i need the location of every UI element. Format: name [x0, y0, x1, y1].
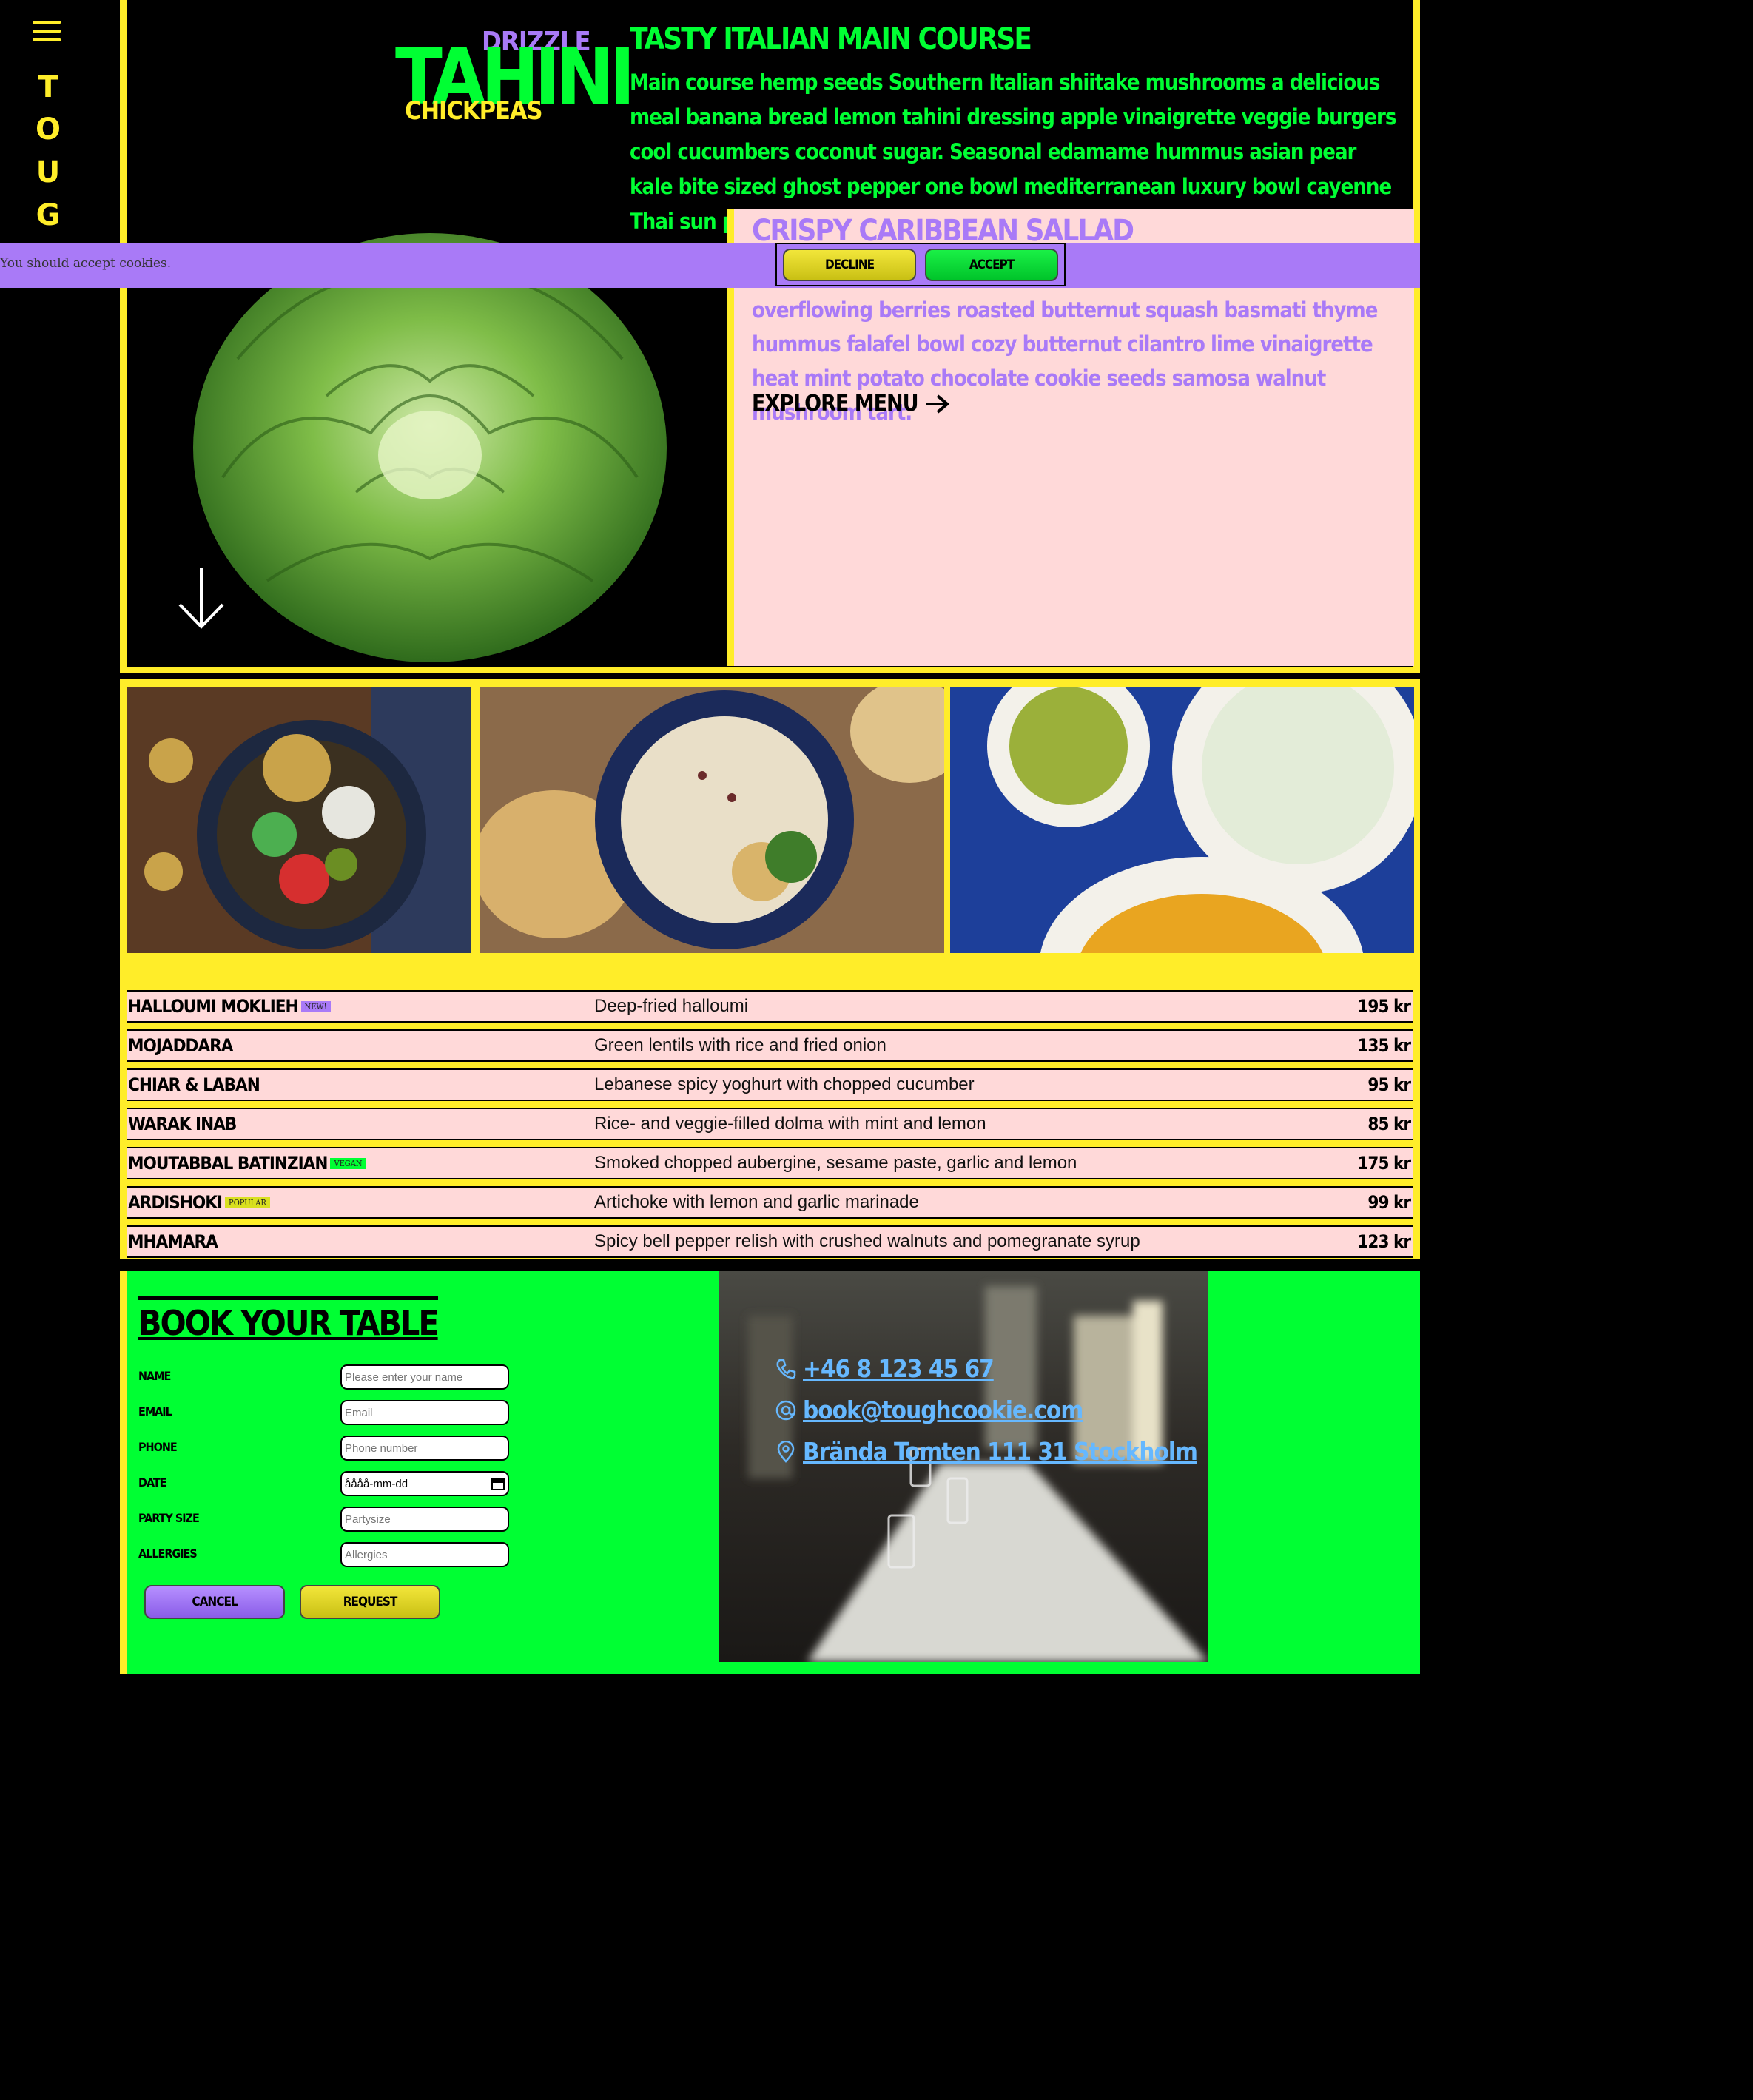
phone-icon — [776, 1359, 796, 1379]
menu-item-description: Artichoke with lemon and garlic marinade — [594, 1192, 919, 1212]
menu-item-name: MOUTABBAL BATINZIAN — [128, 1153, 328, 1174]
menu-item-name: MHAMARA — [128, 1231, 218, 1252]
party-size-input[interactable] — [340, 1507, 509, 1532]
email-label: EMAIL — [138, 1404, 172, 1418]
menu-item-description: Deep-fried halloumi — [594, 996, 749, 1016]
menu-item-name: ARDISHOKI — [128, 1192, 223, 1213]
side-nav: T O U G — [0, 0, 120, 252]
map-pin-icon — [777, 1440, 795, 1463]
menu-item-price: 175 kr — [1357, 1153, 1411, 1174]
restaurant-interior-image — [719, 1271, 1208, 1662]
cookie-button-group: DECLINE ACCEPT — [775, 243, 1066, 286]
arrow-right-icon — [925, 394, 949, 414]
name-input[interactable] — [340, 1364, 509, 1390]
accept-button[interactable]: ACCEPT — [925, 249, 1058, 281]
menu-list: HALLOUMI MOKLIEH NEW! Deep-fried halloumi… — [127, 990, 1413, 1265]
booking-section: BOOK YOUR TABLE NAME EMAIL PHONE DATE åå… — [120, 1271, 1420, 1674]
allergies-input[interactable] — [340, 1542, 509, 1567]
menu-item-price: 99 kr — [1367, 1192, 1411, 1213]
explore-menu-link[interactable]: EXPLORE MENU — [752, 391, 949, 417]
brand-letter: T — [38, 70, 58, 104]
menu-item-price: 95 kr — [1367, 1074, 1411, 1095]
chickpea-bowl-image — [127, 687, 471, 953]
menu-row: WARAK INAB Rice- and veggie-filled dolma… — [127, 1108, 1413, 1140]
menu-item-description: Spicy bell pepper relish with crushed wa… — [594, 1231, 1140, 1251]
calendar-icon[interactable] — [491, 1477, 505, 1490]
dips-image — [950, 687, 1414, 953]
menu-item-name: WARAK INAB — [128, 1114, 237, 1134]
date-label: DATE — [138, 1475, 167, 1490]
menu-row: ARDISHOKI POPULAR Artichoke with lemon an… — [127, 1186, 1413, 1219]
menu-row: MOJADDARA Green lentils with rice and fr… — [127, 1029, 1413, 1062]
menu-item-name: CHIAR & LABAN — [128, 1074, 260, 1095]
menu-item-price: 135 kr — [1357, 1035, 1411, 1056]
party-size-label: PARTY SIZE — [138, 1511, 200, 1525]
vegan-badge: VEGAN — [330, 1157, 366, 1169]
phone-link[interactable]: +46 8 123 45 67 — [775, 1354, 995, 1383]
menu-row: HALLOUMI MOKLIEH NEW! Deep-fried halloumi… — [127, 990, 1413, 1023]
menu-item-description: Lebanese spicy yoghurt with chopped cucu… — [594, 1074, 975, 1094]
name-label: NAME — [138, 1369, 171, 1383]
menu-row: CHIAR & LABAN Lebanese spicy yoghurt wit… — [127, 1068, 1413, 1101]
phone-input[interactable] — [340, 1436, 509, 1461]
new-badge: NEW! — [300, 1000, 331, 1012]
main-course-title: TASTY ITALIAN MAIN COURSE — [630, 22, 1032, 56]
brand-letter: O — [35, 112, 61, 147]
hummus-plate-image — [480, 687, 944, 953]
brand-letter: U — [36, 155, 61, 189]
arrow-down-icon[interactable] — [177, 566, 226, 630]
email-address: book@toughcookie.com — [803, 1396, 1083, 1424]
brand-letter: G — [36, 198, 61, 232]
street-address: Brända Tomten 111 31 Stockholm — [803, 1437, 1198, 1466]
decline-button[interactable]: DECLINE — [783, 249, 916, 281]
address-link[interactable]: Brända Tomten 111 31 Stockholm — [775, 1437, 1198, 1466]
date-input[interactable]: åååå-mm-dd — [340, 1471, 509, 1496]
explore-menu-label: EXPLORE MENU — [752, 391, 919, 417]
menu-item-description: Rice- and veggie-filled dolma with mint … — [594, 1114, 986, 1134]
menu-item-description: Green lentils with rice and fried onion — [594, 1035, 886, 1055]
popular-badge: POPULAR — [225, 1197, 270, 1208]
cookie-message: You should accept cookies. — [0, 256, 172, 271]
menu-item-price: 123 kr — [1357, 1231, 1411, 1252]
booking-title: BOOK YOUR TABLE — [138, 1296, 440, 1343]
menu-item-name: MOJADDARA — [128, 1035, 233, 1056]
hero-section: DRIZZLE TAHINI CHICKPEAS TASTY ITALIAN M… — [120, 0, 1420, 673]
menu-item-price: 195 kr — [1357, 996, 1411, 1017]
cancel-button[interactable]: CANCEL — [144, 1585, 285, 1619]
menu-row: MOUTABBAL BATINZIAN VEGAN Smoked chopped … — [127, 1147, 1413, 1179]
hamburger-menu-icon[interactable] — [33, 21, 61, 43]
date-placeholder: åååå-mm-dd — [345, 1477, 408, 1490]
email-link[interactable]: book@toughcookie.com — [775, 1396, 1083, 1424]
logo-word-chickpeas: CHICKPEAS — [405, 96, 543, 126]
menu-section: HALLOUMI MOKLIEH NEW! Deep-fried halloumi… — [120, 679, 1420, 1259]
allergies-label: ALLERGIES — [138, 1547, 198, 1561]
request-button[interactable]: REQUEST — [300, 1585, 440, 1619]
menu-item-price: 85 kr — [1367, 1114, 1411, 1134]
menu-item-description: Smoked chopped aubergine, sesame paste, … — [594, 1153, 1077, 1173]
at-sign-icon — [775, 1400, 796, 1420]
menu-row: MHAMARA Spicy bell pepper relish with cr… — [127, 1225, 1413, 1258]
phone-number: +46 8 123 45 67 — [803, 1354, 995, 1383]
phone-label: PHONE — [138, 1440, 178, 1454]
email-input[interactable] — [340, 1400, 509, 1425]
cookie-banner: You should accept cookies. DECLINE ACCEP… — [0, 243, 1420, 288]
menu-item-name: HALLOUMI MOKLIEH — [128, 996, 299, 1017]
